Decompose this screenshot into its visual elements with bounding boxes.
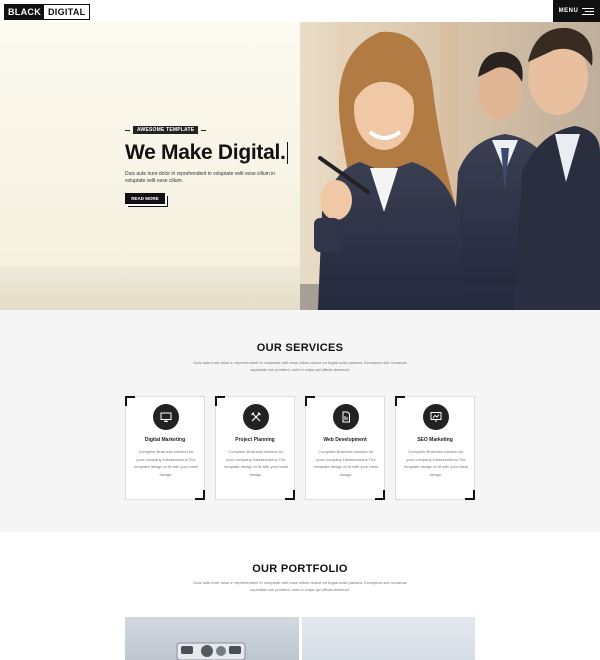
portfolio-section: OUR PORTFOLIO Duis aute irure dolor in r…: [0, 532, 600, 660]
portfolio-description: Duis aute irure dolor in reprehenderit i…: [193, 580, 407, 592]
camera-photo: [176, 642, 246, 660]
card-corner-top-left: [215, 396, 225, 406]
service-title: Web Development: [323, 437, 367, 443]
page: BLACK DIGITAL MENU AWESOME TEMPLATE We M…: [0, 0, 600, 660]
portfolio-item-1[interactable]: [125, 617, 299, 660]
hero-title: We Make Digital.: [125, 141, 288, 165]
services-description: Duis aute irure dolor in reprehenderit i…: [193, 360, 407, 372]
card-corner-top-left: [125, 396, 135, 406]
card-corner-bottom-right: [285, 490, 295, 500]
card-corner-bottom-right: [375, 490, 385, 500]
hero-section: AWESOME TEMPLATE We Make Digital. Duis a…: [0, 22, 600, 310]
hamburger-icon: [582, 7, 595, 15]
document-code-icon: [333, 404, 359, 430]
service-text: Complete Business solution for your comp…: [134, 449, 198, 477]
card-corner-bottom-right: [465, 490, 475, 500]
site-logo[interactable]: BLACK DIGITAL: [4, 4, 91, 20]
service-card-project-planning[interactable]: Project Planning Complete Business solut…: [215, 396, 295, 500]
typing-cursor: [286, 142, 288, 165]
service-title: Digital Marketing: [144, 437, 186, 443]
card-corner-top-left: [305, 396, 315, 406]
hero-team-photo: [300, 22, 600, 310]
card-corner-bottom-right: [195, 490, 205, 500]
card-corner-top-left: [395, 396, 405, 406]
read-more-button[interactable]: READ MORE: [125, 193, 165, 204]
portfolio-item-2[interactable]: [302, 617, 475, 660]
service-card-seo-marketing[interactable]: SEO Marketing Complete Business solution…: [395, 396, 475, 500]
service-text: Complete Business solution for your comp…: [224, 449, 288, 477]
service-title: Project Planning: [235, 437, 275, 443]
eyebrow-label: AWESOME TEMPLATE: [133, 126, 199, 134]
hero-title-text: We Make Digital.: [125, 141, 286, 164]
pencil-ruler-icon: [243, 404, 269, 430]
eyebrow-line-left: [125, 129, 130, 131]
hero-subtitle: Duis aute irure dolor in reprehenderit i…: [125, 171, 276, 184]
logo-text-black: BLACK: [5, 5, 44, 19]
chart-board-icon: [423, 404, 449, 430]
monitor-icon: [153, 404, 179, 430]
hero-background-floor: [0, 266, 330, 310]
service-card-web-development[interactable]: Web Development Complete Business soluti…: [305, 396, 385, 500]
service-text: Complete Business solution for your comp…: [404, 449, 468, 477]
service-text: Complete Business solution for your comp…: [314, 449, 378, 477]
service-title: SEO Marketing: [417, 437, 453, 443]
service-card-digital-marketing[interactable]: Digital Marketing Complete Business solu…: [125, 396, 205, 500]
services-section: OUR SERVICES Duis aute irure dolor in re…: [0, 310, 600, 532]
hero-eyebrow: AWESOME TEMPLATE: [125, 126, 207, 134]
services-title: OUR SERVICES: [256, 342, 344, 354]
menu-button[interactable]: MENU: [553, 0, 600, 22]
portfolio-title: OUR PORTFOLIO: [252, 563, 348, 575]
logo-text-digital: DIGITAL: [44, 5, 90, 19]
menu-label: MENU: [558, 8, 579, 14]
eyebrow-line-right: [201, 129, 207, 131]
